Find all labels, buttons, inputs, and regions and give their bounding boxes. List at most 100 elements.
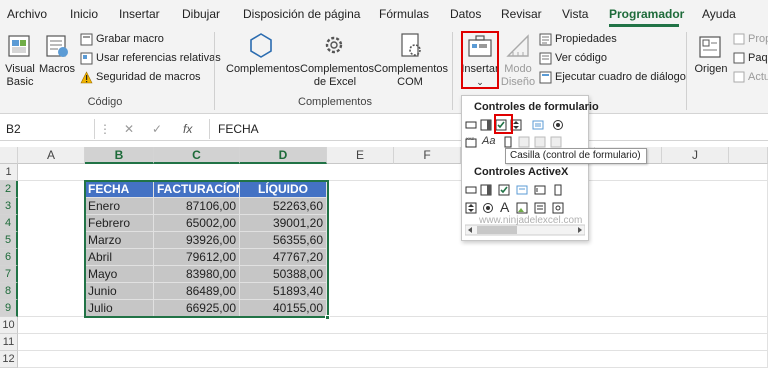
activex-combo-icon[interactable]	[480, 184, 492, 196]
addin-icon	[250, 33, 272, 58]
table-cell-month[interactable]: Mayo	[85, 266, 154, 283]
actu-label[interactable]: Actu	[748, 71, 768, 84]
table-cell-month[interactable]: Marzo	[85, 232, 154, 249]
row-header[interactable]: 6	[0, 249, 18, 266]
row-header[interactable]: 7	[0, 266, 18, 283]
table-cell-liquido[interactable]: 40155,00	[240, 300, 327, 317]
column-header-d[interactable]: D	[240, 147, 327, 164]
row-header[interactable]: 1	[0, 164, 18, 181]
table-cell-facturacion[interactable]: 79612,00	[154, 249, 240, 266]
function-icon[interactable]: fx	[183, 122, 192, 136]
menu-datos[interactable]: Datos	[450, 7, 481, 21]
column-header-f[interactable]: F	[394, 147, 461, 164]
select-all-corner[interactable]	[0, 147, 18, 164]
more-icon: ⋮	[99, 122, 111, 136]
row-header[interactable]: 5	[0, 232, 18, 249]
activex-scrollbar-icon[interactable]	[552, 184, 564, 196]
row-header[interactable]: 8	[0, 283, 18, 300]
table-cell-liquido[interactable]: 51893,40	[240, 283, 327, 300]
button-control-icon[interactable]	[465, 119, 477, 131]
activex-toggle-icon[interactable]	[534, 202, 546, 214]
column-header-k[interactable]	[729, 147, 768, 164]
column-header-e[interactable]: E	[327, 147, 394, 164]
activex-spin-icon[interactable]	[465, 202, 477, 214]
row-header[interactable]: 10	[0, 317, 18, 334]
table-cell-month[interactable]: Junio	[85, 283, 154, 300]
table-cell-month[interactable]: Febrero	[85, 215, 154, 232]
checkbox-tooltip: Casilla (control de formulario)	[505, 148, 647, 164]
visual-basic-label: Visual Basic	[5, 63, 35, 88]
activex-textbox-icon[interactable]	[534, 184, 546, 196]
menu-disposicion[interactable]: Disposición de página	[243, 7, 360, 21]
table-cell-month[interactable]: Julio	[85, 300, 154, 317]
column-header-a[interactable]: A	[18, 147, 85, 164]
table-cell-facturacion[interactable]: 66925,00	[154, 300, 240, 317]
name-box[interactable]: B2	[0, 119, 95, 139]
row-header[interactable]: 3	[0, 198, 18, 215]
table-cell-month[interactable]: Enero	[85, 198, 154, 215]
row-header[interactable]: 12	[0, 351, 18, 368]
scroll-bar-control-icon[interactable]	[502, 136, 514, 148]
menu-formulas[interactable]: Fórmulas	[379, 7, 429, 21]
checkbox-highlight	[494, 114, 513, 134]
row-header[interactable]: 11	[0, 334, 18, 351]
column-header-b[interactable]: B	[85, 147, 154, 164]
activex-controls-title: Controles ActiveX	[474, 166, 569, 178]
menu-dibujar[interactable]: Dibujar	[182, 7, 220, 21]
combo-box-control-icon[interactable]	[480, 119, 492, 131]
activex-option-icon[interactable]	[482, 202, 494, 214]
empty-row[interactable]	[18, 317, 768, 334]
empty-row[interactable]	[18, 351, 768, 368]
com-addin-icon	[401, 33, 421, 57]
table-cell-liquido[interactable]: 52263,60	[240, 198, 327, 215]
menu-programador[interactable]: Programador	[609, 7, 684, 21]
table-cell-facturacion[interactable]: 83980,00	[154, 266, 240, 283]
table-header-liquido[interactable]: LÍQUIDO	[240, 181, 327, 198]
activex-image-icon[interactable]	[516, 202, 528, 214]
table-cell-facturacion[interactable]: 87106,00	[154, 198, 240, 215]
row-header[interactable]: 4	[0, 215, 18, 232]
activex-button-icon[interactable]	[465, 184, 477, 196]
prop-label[interactable]: Prop	[748, 33, 768, 46]
column-header-c[interactable]: C	[154, 147, 240, 164]
menu-insertar[interactable]: Insertar	[119, 7, 160, 21]
table-cell-liquido[interactable]: 47767,20	[240, 249, 327, 266]
label-control-icon[interactable]: Aa	[482, 135, 498, 147]
expansion-packs-icon	[733, 52, 745, 64]
empty-row[interactable]	[18, 334, 768, 351]
fill-handle[interactable]	[325, 315, 330, 320]
menu-archivo[interactable]: Archivo	[7, 7, 47, 21]
activex-listbox-icon[interactable]	[516, 184, 528, 196]
table-header-fecha[interactable]: FECHA	[85, 181, 154, 198]
row-header[interactable]: 9	[0, 300, 18, 317]
menu-vista[interactable]: Vista	[562, 7, 588, 21]
table-cell-facturacion[interactable]: 86489,00	[154, 283, 240, 300]
list-box-control-icon[interactable]	[532, 119, 544, 131]
table-cell-month[interactable]: Abril	[85, 249, 154, 266]
paq-label[interactable]: Paq	[748, 52, 768, 65]
more-controls-icon[interactable]	[552, 202, 564, 214]
row-header[interactable]: 2	[0, 181, 18, 198]
column-header-j[interactable]: J	[662, 147, 729, 164]
table-cell-facturacion[interactable]: 93926,00	[154, 232, 240, 249]
column-a-cells[interactable]	[18, 181, 85, 317]
seguridad-macros-label: Seguridad de macros	[96, 71, 201, 83]
table-cell-liquido[interactable]: 50388,00	[240, 266, 327, 283]
table-cell-liquido[interactable]: 56355,60	[240, 232, 327, 249]
option-button-control-icon[interactable]	[552, 119, 564, 131]
activex-label-icon[interactable]: A	[500, 199, 514, 215]
empty-row[interactable]	[18, 164, 768, 181]
menu-revisar[interactable]: Revisar	[501, 7, 542, 21]
svg-text:XYZ: XYZ	[466, 136, 474, 141]
menu-inicio[interactable]: Inicio	[70, 7, 98, 21]
enter-icon[interactable]: ✓	[152, 122, 162, 136]
activex-checkbox-icon[interactable]	[498, 184, 510, 196]
table-cell-liquido[interactable]: 39001,20	[240, 215, 327, 232]
menu-ayuda[interactable]: Ayuda	[702, 7, 736, 21]
group-box-control-icon[interactable]: XYZ	[465, 136, 477, 148]
table-cell-facturacion[interactable]: 65002,00	[154, 215, 240, 232]
table-header-facturacion[interactable]: FACTURACÍON	[154, 181, 240, 198]
cancel-icon[interactable]: ✕	[124, 122, 134, 136]
formula-input[interactable]: FECHA	[218, 122, 259, 136]
origen-label: Origen	[694, 63, 728, 75]
